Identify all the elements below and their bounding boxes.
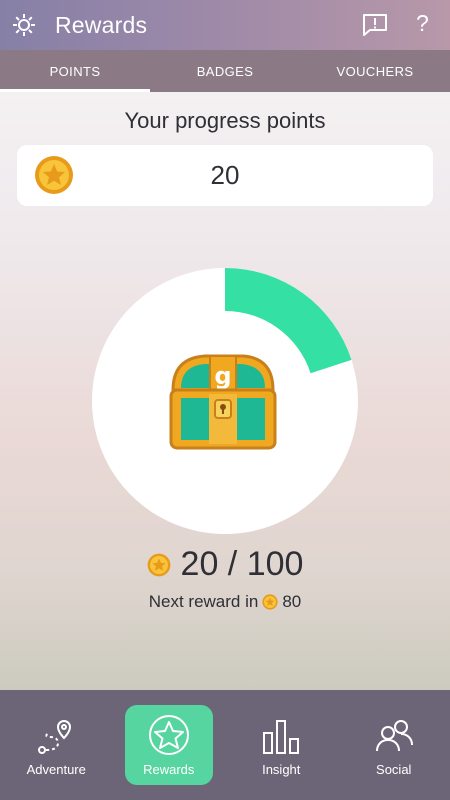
- treasure-chest-icon: g: [169, 354, 277, 450]
- feedback-icon[interactable]: [362, 13, 388, 37]
- tab-points[interactable]: POINTS: [0, 50, 150, 92]
- nav-social-label: Social: [376, 762, 412, 777]
- tab-badges[interactable]: BADGES: [150, 50, 300, 92]
- bar-chart-icon: [263, 720, 300, 754]
- nav-insight-label: Insight: [262, 762, 301, 777]
- points-card: 20: [17, 145, 433, 206]
- bottom-navigation: Adventure Rewards Insight Social: [0, 690, 450, 800]
- nav-social[interactable]: Social: [350, 705, 438, 785]
- next-reward-info: Next reward in 80: [0, 592, 450, 612]
- rewards-tabs: POINTS BADGES VOUCHERS: [0, 50, 450, 92]
- tab-points-label: POINTS: [49, 63, 101, 79]
- app-header: Rewards ?: [0, 0, 450, 50]
- tab-vouchers[interactable]: VOUCHERS: [300, 50, 450, 92]
- nav-rewards-label: Rewards: [143, 762, 195, 777]
- tab-vouchers-label: VOUCHERS: [336, 63, 414, 79]
- tab-badges-label: BADGES: [196, 63, 254, 79]
- svg-text:g: g: [214, 362, 231, 390]
- page-title: Rewards: [55, 12, 148, 38]
- points-value: 20: [210, 160, 240, 190]
- nav-insight[interactable]: Insight: [237, 705, 325, 785]
- next-reward-value: 80: [282, 592, 302, 611]
- progress-fraction: 20 / 100: [0, 545, 450, 584]
- nav-rewards[interactable]: Rewards: [124, 705, 213, 785]
- people-icon: [375, 720, 413, 752]
- next-reward-label: Next reward in: [148, 592, 259, 611]
- star-icon: [148, 715, 189, 755]
- map-route-icon: [38, 719, 72, 754]
- help-icon[interactable]: ?: [416, 10, 429, 37]
- nav-adventure[interactable]: Adventure: [12, 705, 100, 785]
- coin-icon: [262, 594, 278, 610]
- progress-heading: Your progress points: [124, 108, 326, 133]
- gear-icon[interactable]: [12, 13, 36, 37]
- progress-fraction-text: 20 / 100: [180, 545, 304, 583]
- coin-icon: [147, 553, 170, 576]
- nav-adventure-label: Adventure: [26, 762, 86, 777]
